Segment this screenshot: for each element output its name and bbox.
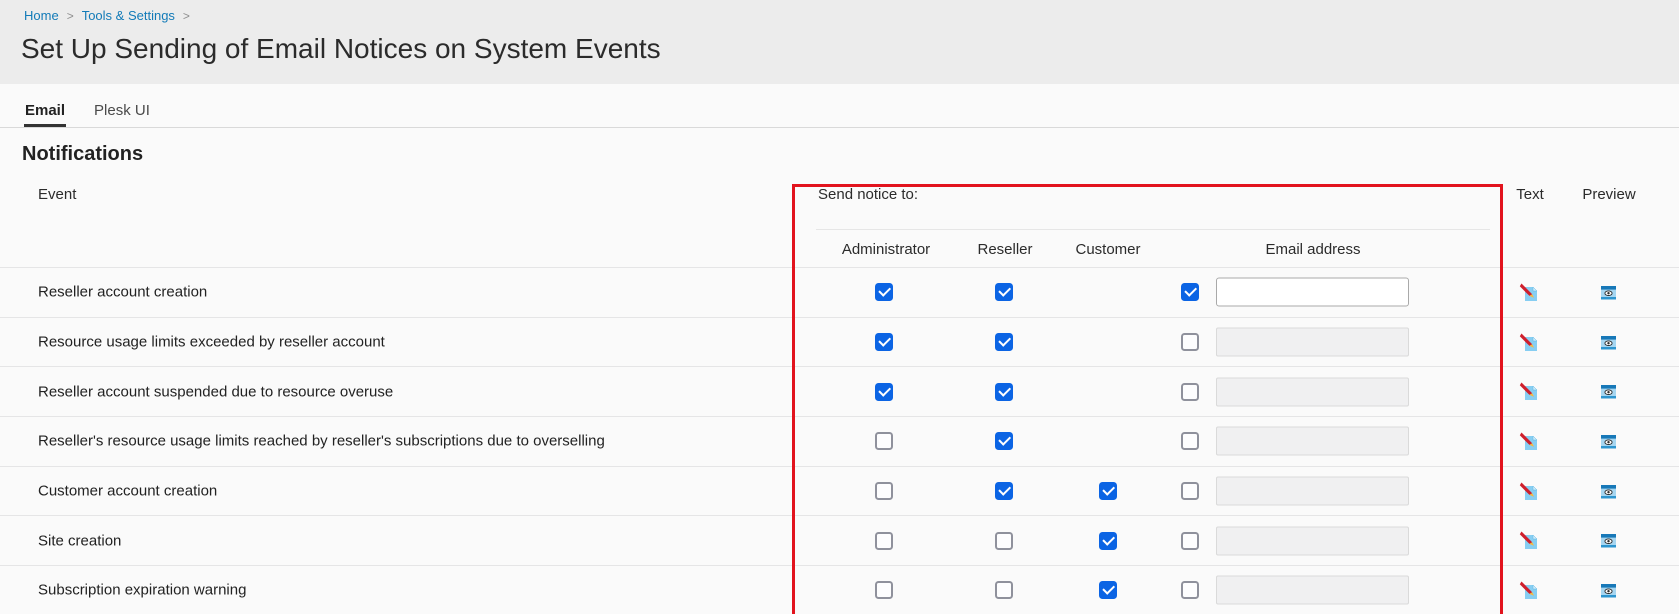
breadcrumb-link-home[interactable]: Home	[24, 8, 59, 23]
page-header: Home > Tools & Settings > Set Up Sending…	[0, 0, 1679, 84]
preview-window-icon-svg	[1598, 282, 1619, 303]
administrator-checkbox[interactable]	[875, 333, 893, 351]
email-notice-checkbox[interactable]	[1181, 532, 1199, 550]
edit-text-icon[interactable]	[1518, 480, 1540, 502]
email-notice-checkbox[interactable]	[1181, 383, 1199, 401]
edit-text-icon[interactable]	[1518, 579, 1540, 601]
email-address-input[interactable]	[1216, 526, 1409, 555]
table-row: Reseller account creation	[0, 267, 1679, 317]
edit-text-icon[interactable]	[1518, 381, 1540, 403]
administrator-checkbox[interactable]	[875, 383, 893, 401]
preview-window-icon-svg	[1598, 381, 1619, 402]
email-address-input[interactable]	[1216, 328, 1409, 357]
email-notice-checkbox[interactable]	[1181, 482, 1199, 500]
email-notice-checkbox[interactable]	[1181, 581, 1199, 599]
breadcrumb-link-tools-settings[interactable]: Tools & Settings	[82, 8, 175, 23]
preview-window-icon-svg	[1598, 431, 1619, 452]
notifications-table: Event Send notice to: Text Preview Admin…	[0, 172, 1679, 614]
edit-text-icon-svg	[1519, 481, 1540, 502]
column-header-reseller: Reseller	[977, 241, 1032, 258]
event-label: Reseller account suspended due to resour…	[38, 383, 393, 400]
event-label: Customer account creation	[38, 483, 217, 500]
email-address-input[interactable]	[1216, 477, 1409, 506]
table-header: Event Send notice to: Text Preview Admin…	[0, 172, 1679, 267]
email-notice-checkbox[interactable]	[1181, 432, 1199, 450]
email-address-input[interactable]	[1216, 427, 1409, 456]
breadcrumb-separator: >	[183, 9, 190, 23]
reseller-checkbox[interactable]	[995, 383, 1013, 401]
customer-checkbox[interactable]	[1099, 532, 1117, 550]
administrator-checkbox[interactable]	[875, 482, 893, 500]
email-address-input[interactable]	[1216, 377, 1409, 406]
notifications-heading: Notifications	[22, 143, 143, 166]
edit-text-icon[interactable]	[1518, 530, 1540, 552]
preview-window-icon[interactable]	[1597, 579, 1619, 601]
table-row: Subscription expiration warning	[0, 565, 1679, 614]
administrator-checkbox[interactable]	[875, 432, 893, 450]
reseller-checkbox[interactable]	[995, 283, 1013, 301]
reseller-checkbox[interactable]	[995, 432, 1013, 450]
customer-checkbox[interactable]	[1099, 581, 1117, 599]
preview-window-icon[interactable]	[1597, 281, 1619, 303]
column-header-administrator: Administrator	[842, 241, 930, 258]
event-label: Resource usage limits exceeded by resell…	[38, 334, 385, 351]
table-row: Customer account creation	[0, 466, 1679, 516]
email-address-input[interactable]	[1216, 278, 1409, 307]
reseller-checkbox[interactable]	[995, 532, 1013, 550]
plesk-email-notices-page: Home > Tools & Settings > Set Up Sending…	[0, 0, 1679, 614]
table-row: Site creation	[0, 515, 1679, 565]
preview-window-icon-svg	[1598, 530, 1619, 551]
event-label: Reseller's resource usage limits reached…	[38, 433, 605, 450]
table-rows: Reseller account creation Resource usage…	[0, 267, 1679, 614]
administrator-checkbox[interactable]	[875, 283, 893, 301]
edit-text-icon-svg	[1519, 530, 1540, 551]
event-label: Subscription expiration warning	[38, 582, 246, 599]
preview-window-icon[interactable]	[1597, 480, 1619, 502]
preview-window-icon[interactable]	[1597, 430, 1619, 452]
preview-window-icon-svg	[1598, 332, 1619, 353]
event-label: Reseller account creation	[38, 284, 207, 301]
preview-window-icon[interactable]	[1597, 381, 1619, 403]
administrator-checkbox[interactable]	[875, 532, 893, 550]
edit-text-icon-svg	[1519, 431, 1540, 452]
preview-window-icon-svg	[1598, 580, 1619, 601]
column-header-event: Event	[38, 186, 76, 203]
tab-email[interactable]: Email	[24, 102, 66, 127]
preview-window-icon[interactable]	[1597, 331, 1619, 353]
email-notice-checkbox[interactable]	[1181, 283, 1199, 301]
edit-text-icon[interactable]	[1518, 281, 1540, 303]
customer-checkbox[interactable]	[1099, 482, 1117, 500]
administrator-checkbox[interactable]	[875, 581, 893, 599]
table-row: Resource usage limits exceeded by resell…	[0, 317, 1679, 367]
table-row: Reseller's resource usage limits reached…	[0, 416, 1679, 466]
header-divider	[816, 229, 1490, 230]
edit-text-icon-svg	[1519, 332, 1540, 353]
email-address-input[interactable]	[1216, 576, 1409, 605]
column-header-email-address: Email address	[1265, 241, 1360, 258]
edit-text-icon[interactable]	[1518, 331, 1540, 353]
edit-text-icon-svg	[1519, 580, 1540, 601]
column-header-preview: Preview	[1582, 186, 1635, 203]
breadcrumb: Home > Tools & Settings >	[24, 8, 198, 23]
reseller-checkbox[interactable]	[995, 581, 1013, 599]
tab-plesk-ui[interactable]: Plesk UI	[93, 102, 151, 127]
preview-window-icon-svg	[1598, 481, 1619, 502]
reseller-checkbox[interactable]	[995, 482, 1013, 500]
column-header-send-notice-to: Send notice to:	[818, 186, 918, 203]
reseller-checkbox[interactable]	[995, 333, 1013, 351]
column-header-customer: Customer	[1075, 241, 1140, 258]
page-title: Set Up Sending of Email Notices on Syste…	[21, 33, 661, 65]
event-label: Site creation	[38, 532, 121, 549]
breadcrumb-separator: >	[67, 9, 74, 23]
tab-bar: Email Plesk UI	[0, 97, 1679, 128]
column-header-text: Text	[1516, 186, 1544, 203]
preview-window-icon[interactable]	[1597, 530, 1619, 552]
email-notice-checkbox[interactable]	[1181, 333, 1199, 351]
edit-text-icon[interactable]	[1518, 430, 1540, 452]
edit-text-icon-svg	[1519, 282, 1540, 303]
table-row: Reseller account suspended due to resour…	[0, 366, 1679, 416]
edit-text-icon-svg	[1519, 381, 1540, 402]
